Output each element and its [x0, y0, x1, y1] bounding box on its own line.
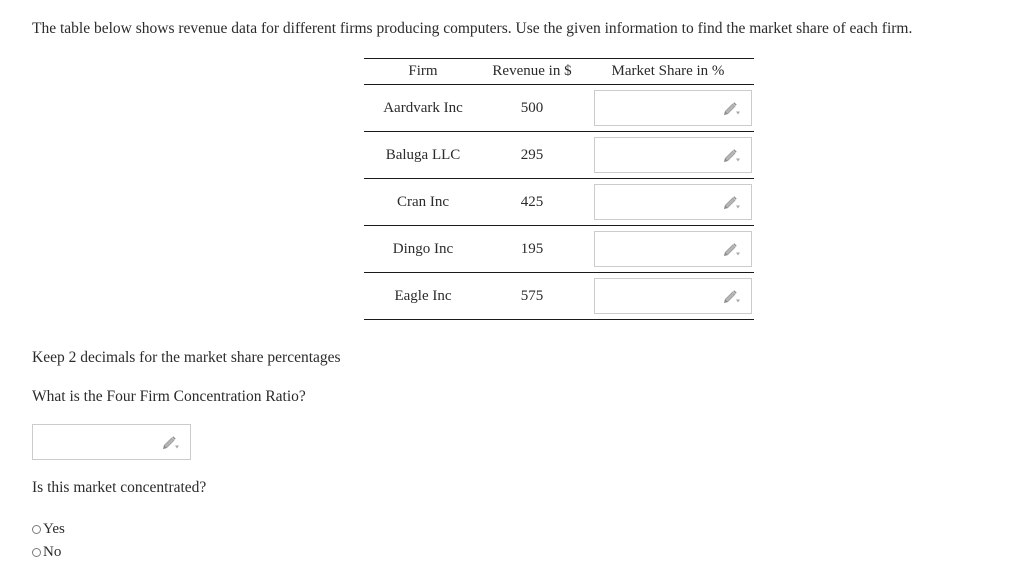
cell-firm-name: Eagle Inc: [364, 272, 482, 320]
cell-revenue: 195: [482, 225, 582, 273]
radio-label-no: No: [43, 544, 62, 560]
table-body: Aardvark Inc 500 Baluga LLC 295 Cran Inc…: [364, 84, 754, 320]
market-share-input[interactable]: [594, 137, 752, 173]
radio-circle-icon[interactable]: [32, 548, 41, 557]
market-share-input[interactable]: [594, 90, 752, 126]
cell-revenue: 295: [482, 131, 582, 179]
cell-firm-name: Cran Inc: [364, 178, 482, 226]
market-share-input[interactable]: [594, 231, 752, 267]
column-header-revenue: Revenue in $: [482, 58, 582, 85]
cell-market-share: [582, 272, 754, 320]
pencil-dropdown-icon: [723, 243, 740, 257]
market-share-input[interactable]: [594, 184, 752, 220]
cell-firm-name: Dingo Inc: [364, 225, 482, 273]
table-row: Baluga LLC 295: [364, 131, 754, 179]
table-row: Aardvark Inc 500: [364, 84, 754, 132]
table-header: Firm Revenue in $ Market Share in %: [364, 58, 754, 85]
radio-option-no[interactable]: No: [32, 541, 65, 564]
concentrated-question: Is this market concentrated?: [32, 479, 207, 496]
cell-market-share: [582, 131, 754, 179]
pencil-dropdown-icon: [723, 102, 740, 116]
pencil-dropdown-icon: [162, 436, 179, 450]
table-row: Eagle Inc 575: [364, 272, 754, 320]
cell-firm-name: Baluga LLC: [364, 131, 482, 179]
four-firm-question: What is the Four Firm Concentration Rati…: [32, 388, 306, 405]
cell-market-share: [582, 84, 754, 132]
cell-revenue: 500: [482, 84, 582, 132]
four-firm-answer-input[interactable]: [32, 424, 191, 460]
radio-label-yes: Yes: [43, 521, 65, 537]
market-share-table: Firm Revenue in $ Market Share in % Aard…: [364, 58, 754, 320]
radio-option-yes[interactable]: Yes: [32, 518, 65, 541]
cell-revenue: 575: [482, 272, 582, 320]
concentrated-radio-group: Yes No: [32, 518, 65, 564]
table-header-row: Firm Revenue in $ Market Share in %: [364, 58, 754, 85]
cell-revenue: 425: [482, 178, 582, 226]
pencil-dropdown-icon: [723, 149, 740, 163]
column-header-market-share: Market Share in %: [582, 58, 754, 85]
cell-market-share: [582, 178, 754, 226]
page-prompt: The table below shows revenue data for d…: [32, 20, 913, 37]
table-row: Cran Inc 425: [364, 178, 754, 226]
pencil-dropdown-icon: [723, 290, 740, 304]
cell-market-share: [582, 225, 754, 273]
cell-firm-name: Aardvark Inc: [364, 84, 482, 132]
market-share-input[interactable]: [594, 278, 752, 314]
table-row: Dingo Inc 195: [364, 225, 754, 273]
radio-circle-icon[interactable]: [32, 525, 41, 534]
column-header-firm: Firm: [364, 58, 482, 85]
pencil-dropdown-icon: [723, 196, 740, 210]
decimals-note: Keep 2 decimals for the market share per…: [32, 349, 341, 366]
